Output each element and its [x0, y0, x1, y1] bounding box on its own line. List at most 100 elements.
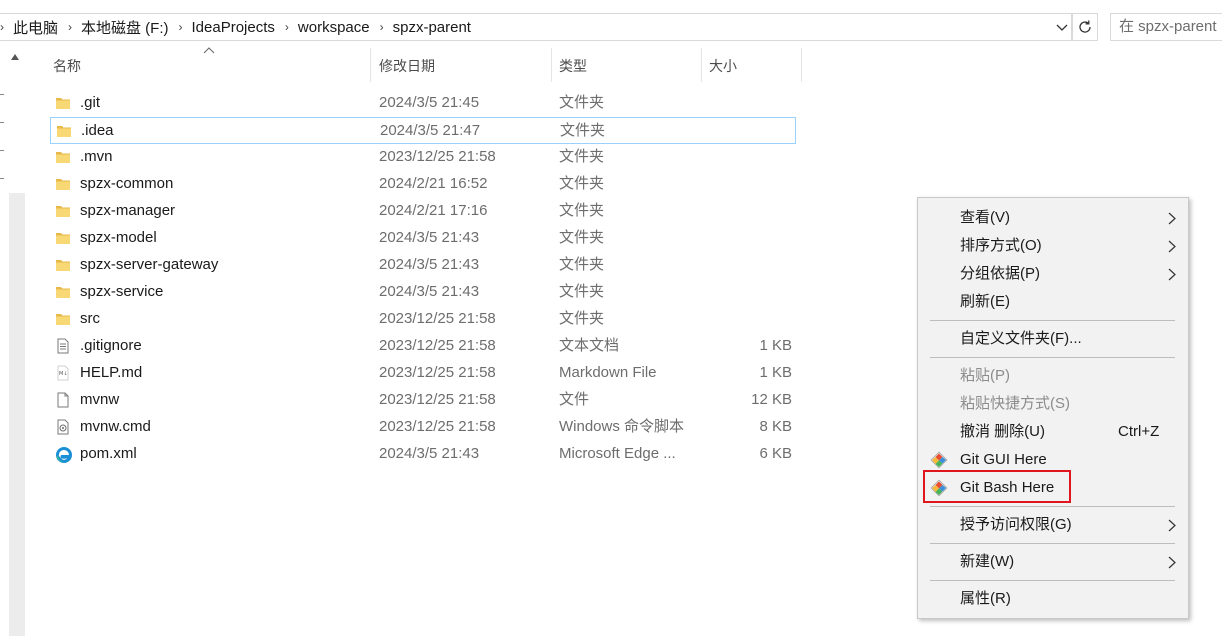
file-type: 文件夹	[559, 148, 605, 165]
file-name: spzx-service	[80, 283, 164, 300]
tree-tick	[0, 178, 4, 179]
address-history-dropdown-icon[interactable]	[1055, 20, 1069, 34]
menu-item-group[interactable]: 分组依据(P)	[918, 260, 1188, 288]
file-row[interactable]: .git 2024/3/5 21:45 文件夹	[50, 90, 796, 117]
column-divider[interactable]	[701, 48, 702, 82]
folder-icon	[55, 176, 71, 192]
file-row[interactable]: spzx-common 2024/2/21 16:52 文件夹	[50, 171, 796, 198]
column-header-modified[interactable]: 修改日期	[379, 48, 549, 82]
menu-item-refresh[interactable]: 刷新(E)	[918, 288, 1188, 316]
submenu-chevron-icon	[1168, 240, 1176, 253]
menu-item-grant-access[interactable]: 授予访问权限(G)	[918, 511, 1188, 539]
file-type: Windows 命令脚本	[559, 418, 685, 435]
menu-item-undo-delete[interactable]: 撤消 删除(U) Ctrl+Z	[918, 418, 1188, 446]
scroll-up-icon[interactable]	[11, 54, 19, 60]
file-modified: 2023/12/25 21:58	[379, 310, 496, 327]
menu-item-view[interactable]: 查看(V)	[918, 204, 1188, 232]
file-modified: 2024/3/5 21:47	[380, 122, 481, 139]
breadcrumb-chevron-icon[interactable]: ›	[285, 20, 289, 34]
file-row[interactable]: spzx-service 2024/3/5 21:43 文件夹	[50, 279, 796, 306]
breadcrumb-current-folder[interactable]: spzx-parent	[393, 19, 471, 36]
cmd-file-icon	[55, 419, 71, 435]
nav-scrollbar-thumb[interactable]	[9, 193, 25, 636]
tree-tick	[0, 122, 4, 123]
file-name: .gitignore	[80, 337, 142, 354]
file-type: 文件夹	[559, 229, 605, 246]
file-name: src	[80, 310, 100, 327]
file-row[interactable]: .gitignore 2023/12/25 21:58 文本文档 1 KB	[50, 333, 796, 360]
breadcrumb-chevron-icon[interactable]: ›	[68, 20, 72, 34]
menu-item-label: 粘贴(P)	[960, 367, 1010, 384]
menu-item-label: 属性(R)	[960, 590, 1011, 607]
menu-separator	[930, 506, 1175, 507]
folder-icon	[56, 123, 72, 139]
breadcrumb-workspace[interactable]: workspace	[298, 19, 370, 36]
file-size: 12 KB	[751, 391, 792, 408]
tree-tick	[0, 150, 4, 151]
file-name: spzx-model	[80, 229, 157, 246]
menu-item-label: 撤消 删除(U)	[960, 423, 1045, 440]
submenu-chevron-icon	[1168, 556, 1176, 569]
breadcrumb-chevron-icon[interactable]: ›	[0, 20, 4, 34]
menu-item-customize-folder[interactable]: 自定义文件夹(F)...	[918, 325, 1188, 353]
search-input[interactable]: 在 spzx-parent 中搜索	[1110, 13, 1222, 41]
file-row[interactable]: src 2023/12/25 21:58 文件夹	[50, 306, 796, 333]
menu-item-paste-shortcut: 粘贴快捷方式(S)	[918, 390, 1188, 418]
file-row[interactable]: spzx-model 2024/3/5 21:43 文件夹	[50, 225, 796, 252]
breadcrumb-this-pc[interactable]: 此电脑	[13, 17, 58, 38]
file-row[interactable]: M↓ HELP.md 2023/12/25 21:58 Markdown File 1 …	[50, 360, 796, 387]
file-row[interactable]: mvnw 2023/12/25 21:58 文件 12 KB	[50, 387, 796, 414]
file-row[interactable]: pom.xml 2024/3/5 21:43 Microsoft Edge ... 6…	[50, 441, 796, 468]
breadcrumb-drive[interactable]: 本地磁盘 (F:)	[81, 17, 169, 38]
menu-item-label: 授予访问权限(G)	[960, 516, 1072, 533]
menu-separator	[930, 580, 1175, 581]
menu-item-properties[interactable]: 属性(R)	[918, 585, 1188, 613]
file-type: 文件	[559, 391, 590, 408]
breadcrumb-ideaprojects[interactable]: IdeaProjects	[192, 19, 275, 36]
folder-icon	[55, 230, 71, 246]
file-row[interactable]: mvnw.cmd 2023/12/25 21:58 Windows 命令脚本 8 KB	[50, 414, 796, 441]
address-bar[interactable]: › 此电脑 › 本地磁盘 (F:) › IdeaProjects › works…	[0, 13, 1072, 41]
menu-item-sort[interactable]: 排序方式(O)	[918, 232, 1188, 260]
git-gui-icon	[930, 451, 948, 469]
breadcrumb-chevron-icon[interactable]: ›	[179, 20, 183, 34]
column-divider[interactable]	[370, 48, 371, 82]
file-row[interactable]: spzx-manager 2024/2/21 17:16 文件夹	[50, 198, 796, 225]
menu-item-new[interactable]: 新建(W)	[918, 548, 1188, 576]
file-name: .idea	[81, 122, 114, 139]
file-type: 文件夹	[560, 122, 606, 139]
folder-icon	[55, 284, 71, 300]
file-size: 1 KB	[759, 337, 792, 354]
file-modified: 2024/3/5 21:45	[379, 94, 480, 111]
folder-icon	[55, 95, 71, 111]
menu-item-label: 粘贴快捷方式(S)	[960, 395, 1070, 412]
file-type: 文件夹	[559, 283, 605, 300]
column-header-size[interactable]: 大小	[709, 48, 799, 82]
file-type: 文本文档	[559, 337, 620, 354]
column-header-type[interactable]: 类型	[559, 48, 699, 82]
text-file-icon	[55, 338, 71, 354]
file-modified: 2023/12/25 21:58	[379, 337, 496, 354]
breadcrumb-chevron-icon[interactable]: ›	[380, 20, 384, 34]
menu-separator	[930, 357, 1175, 358]
file-modified: 2023/12/25 21:58	[379, 391, 496, 408]
file-size: 6 KB	[759, 445, 792, 462]
menu-item-label: 刷新(E)	[960, 293, 1010, 310]
file-name: HELP.md	[80, 364, 143, 381]
file-name: .mvn	[80, 148, 113, 165]
tree-tick	[0, 94, 4, 95]
file-modified: 2023/12/25 21:58	[379, 148, 496, 165]
column-divider[interactable]	[551, 48, 552, 82]
file-row[interactable]: .mvn 2023/12/25 21:58 文件夹	[50, 144, 796, 171]
file-size: 8 KB	[759, 418, 792, 435]
column-divider[interactable]	[801, 48, 802, 82]
file-name: mvnw.cmd	[80, 418, 151, 435]
column-header-name[interactable]: 名称	[53, 48, 369, 82]
file-name: pom.xml	[80, 445, 137, 462]
submenu-chevron-icon	[1168, 268, 1176, 281]
file-modified: 2024/2/21 16:52	[379, 175, 488, 192]
file-row[interactable]: .idea 2024/3/5 21:47 文件夹	[50, 117, 796, 144]
file-row[interactable]: spzx-server-gateway 2024/3/5 21:43 文件夹	[50, 252, 796, 279]
file-name: spzx-manager	[80, 202, 176, 219]
refresh-button[interactable]	[1072, 13, 1098, 41]
